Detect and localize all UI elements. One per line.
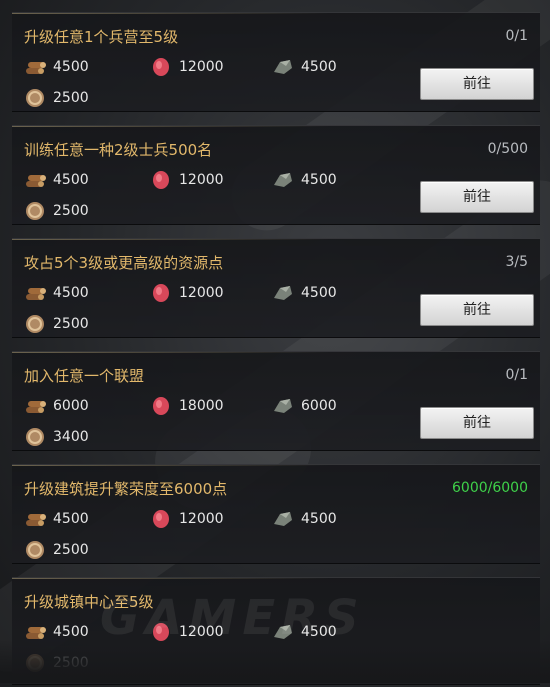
- stone-ore-icon: [272, 508, 294, 530]
- reward-wood: 6000: [24, 394, 89, 418]
- task-card: 升级任意1个兵营至5级 0/1 4500 12000 4500 2500 前往: [12, 12, 540, 112]
- wood-logs-icon: [24, 282, 46, 304]
- task-progress: 0/1: [505, 367, 528, 383]
- task-progress: 0/1: [505, 28, 528, 44]
- reward-coin: 3400: [24, 425, 89, 449]
- task-card: 加入任意一个联盟 0/1 6000 18000 6000 3400 前往: [12, 351, 540, 451]
- task-title: 训练任意一种2级士兵500名: [24, 141, 213, 159]
- watermark: GAMERS: [100, 590, 365, 646]
- meat-icon: [150, 169, 172, 191]
- reward-stone: 4500: [272, 281, 337, 305]
- wood-logs-icon: [24, 395, 46, 417]
- reward-stone: 4500: [272, 168, 337, 192]
- reward-wood: 4500: [24, 507, 89, 531]
- goto-button[interactable]: 前往: [420, 294, 534, 326]
- task-progress: 6000/6000: [452, 480, 528, 496]
- reward-coin: 2500: [24, 86, 89, 110]
- goto-button[interactable]: 前往: [420, 68, 534, 100]
- meat-icon: [150, 508, 172, 530]
- task-card: 训练任意一种2级士兵500名 0/500 4500 12000 4500 250…: [12, 125, 540, 225]
- gold-coin-icon: [24, 200, 46, 222]
- task-card: 攻占5个3级或更高级的资源点 3/5 4500 12000 4500 2500 …: [12, 238, 540, 338]
- task-title: 加入任意一个联盟: [24, 367, 145, 385]
- stone-ore-icon: [272, 282, 294, 304]
- task-title: 升级建筑提升繁荣度至6000点: [24, 480, 228, 498]
- reward-stone: 4500: [272, 55, 337, 79]
- reward-wood: 4500: [24, 168, 89, 192]
- wood-logs-icon: [24, 169, 46, 191]
- scroll-fade: [0, 640, 550, 683]
- wood-logs-icon: [24, 56, 46, 78]
- stone-ore-icon: [272, 56, 294, 78]
- reward-meat: 18000: [150, 394, 224, 418]
- reward-stone: 4500: [272, 507, 337, 531]
- stone-ore-icon: [272, 169, 294, 191]
- task-card: 升级建筑提升繁荣度至6000点 6000/6000 4500 12000 450…: [12, 464, 540, 564]
- reward-coin: 2500: [24, 538, 89, 562]
- reward-meat: 12000: [150, 281, 224, 305]
- task-title: 攻占5个3级或更高级的资源点: [24, 254, 224, 272]
- reward-meat: 12000: [150, 55, 224, 79]
- reward-meat: 12000: [150, 168, 224, 192]
- gold-coin-icon: [24, 87, 46, 109]
- goto-button[interactable]: 前往: [420, 181, 534, 213]
- reward-wood: 4500: [24, 281, 89, 305]
- task-progress: 3/5: [505, 254, 528, 270]
- meat-icon: [150, 395, 172, 417]
- task-title: 升级任意1个兵营至5级: [24, 28, 179, 46]
- meat-icon: [150, 282, 172, 304]
- meat-icon: [150, 56, 172, 78]
- reward-meat: 12000: [150, 507, 224, 531]
- gold-coin-icon: [24, 426, 46, 448]
- stone-ore-icon: [272, 395, 294, 417]
- reward-wood: 4500: [24, 55, 89, 79]
- gold-coin-icon: [24, 539, 46, 561]
- goto-button[interactable]: 前往: [420, 407, 534, 439]
- gold-coin-icon: [24, 313, 46, 335]
- reward-coin: 2500: [24, 199, 89, 223]
- reward-stone: 6000: [272, 394, 337, 418]
- wood-logs-icon: [24, 508, 46, 530]
- reward-coin: 2500: [24, 312, 89, 336]
- task-progress: 0/500: [487, 141, 528, 157]
